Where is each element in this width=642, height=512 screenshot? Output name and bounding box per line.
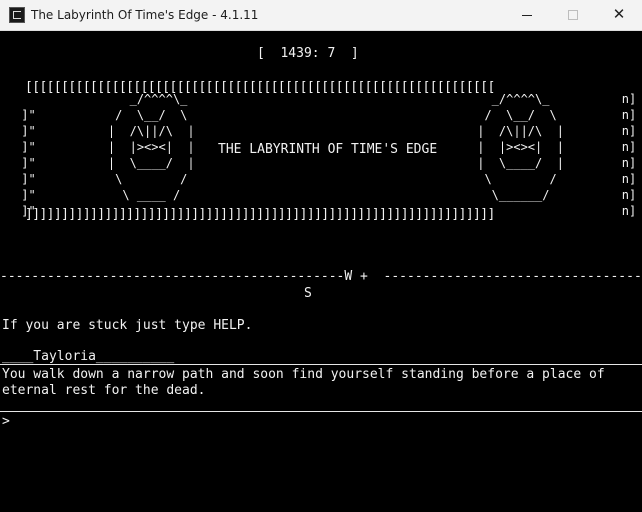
terminal-app-icon-glyph [13, 11, 21, 19]
terminal-app-icon [9, 7, 25, 23]
game-title: THE LABYRINTH OF TIME'S EDGE [218, 142, 438, 157]
window-title: The Labyrinth Of Time's Edge - 4.1.11 [31, 8, 259, 22]
input-divider [0, 411, 642, 412]
minimize-button[interactable] [504, 0, 550, 30]
close-button[interactable]: ✕ [596, 0, 642, 30]
banner-left-art: _/^^^^\_ ]" / \__/ \ ]" | /\||/\ | ]" | … [21, 92, 195, 218]
terminal-screen[interactable]: [ 1439: 7 ] [[[[[[[[[[[[[[[[[[[[[[[[[[[[… [0, 31, 642, 512]
location-name: ____Tayloria__________ [2, 349, 175, 364]
close-icon: ✕ [612, 5, 626, 23]
banner-right-art: _/^^^^\_ n] / \__/ \ n] | /\||/\ | n] | … [477, 92, 637, 218]
banner-bottom-border: ]]]]]]]]]]]]]]]]]]]]]]]]]]]]]]]]]]]]]]]]… [25, 207, 495, 222]
title-bar[interactable]: The Labyrinth Of Time's Edge - 4.1.11 ✕ [0, 0, 642, 31]
maximize-button[interactable] [550, 0, 596, 30]
maximize-icon [568, 10, 578, 20]
location-divider [0, 364, 642, 365]
command-prompt[interactable]: > [2, 414, 10, 430]
minimize-icon [522, 15, 532, 16]
game-window: The Labyrinth Of Time's Edge - 4.1.11 ✕ … [0, 0, 642, 512]
compass-south: S [304, 286, 312, 301]
help-message: If you are stuck just type HELP. [2, 318, 253, 333]
turn-counter: [ 1439: 7 ] [257, 46, 359, 61]
compass-exits-row: ----------------------------------------… [0, 269, 642, 284]
room-description: You walk down a narrow path and soon fin… [2, 367, 605, 398]
